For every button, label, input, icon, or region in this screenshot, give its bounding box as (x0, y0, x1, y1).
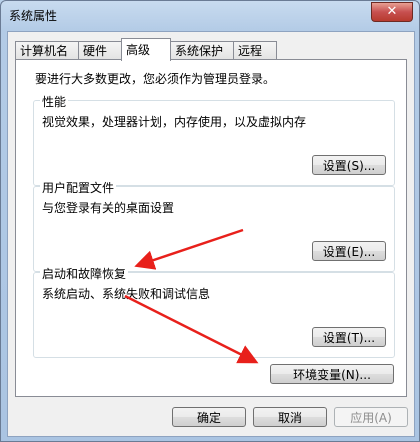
tab-system-protection[interactable]: 系统保护 (170, 41, 234, 60)
performance-desc: 视觉效果，处理器计划，内存使用，以及虚拟内存 (42, 115, 307, 129)
apply-button[interactable]: 应用(A) (334, 407, 408, 427)
dialog-body: 计算机名 硬件 高级 系统保护 远程 要进行大多数更改，您必须作为管理员登录。 … (7, 31, 415, 437)
tab-advanced[interactable]: 高级 (121, 38, 171, 61)
advanced-tab-page: 要进行大多数更改，您必须作为管理员登录。 性能 视觉效果，处理器计划，内存使用，… (15, 59, 407, 397)
tab-computer-name[interactable]: 计算机名 (15, 41, 79, 60)
window-title: 系统属性 (9, 9, 58, 23)
performance-settings-button[interactable]: 设置(S)... (312, 155, 386, 175)
user-profiles-group: 用户配置文件 与您登录有关的桌面设置 设置(E)... (33, 179, 395, 272)
startup-recovery-group: 启动和故障恢复 系统启动、系统失败和调试信息 设置(T)... (33, 265, 395, 358)
admin-note: 要进行大多数更改，您必须作为管理员登录。 (35, 72, 276, 86)
environment-variables-button[interactable]: 环境变量(N)... (270, 364, 394, 384)
startup-recovery-desc: 系统启动、系统失败和调试信息 (42, 287, 211, 301)
tab-remote[interactable]: 远程 (233, 41, 277, 60)
tab-hardware[interactable]: 硬件 (78, 41, 122, 60)
system-properties-window: 系统属性 ✕ 计算机名 硬件 高级 系统保护 远程 要进行大多数更改，您必须作为… (0, 0, 420, 442)
cancel-button[interactable]: 取消 (253, 407, 327, 427)
startup-recovery-settings-button[interactable]: 设置(T)... (312, 327, 386, 347)
close-button[interactable]: ✕ (371, 2, 413, 22)
user-profiles-title: 用户配置文件 (40, 179, 117, 196)
performance-group: 性能 视觉效果，处理器计划，内存使用，以及虚拟内存 设置(S)... (33, 93, 395, 186)
performance-title: 性能 (40, 93, 69, 110)
user-profiles-desc: 与您登录有关的桌面设置 (42, 201, 175, 215)
startup-recovery-title: 启动和故障恢复 (40, 265, 129, 282)
ok-button[interactable]: 确定 (172, 407, 246, 427)
user-profiles-settings-button[interactable]: 设置(E)... (312, 241, 386, 261)
